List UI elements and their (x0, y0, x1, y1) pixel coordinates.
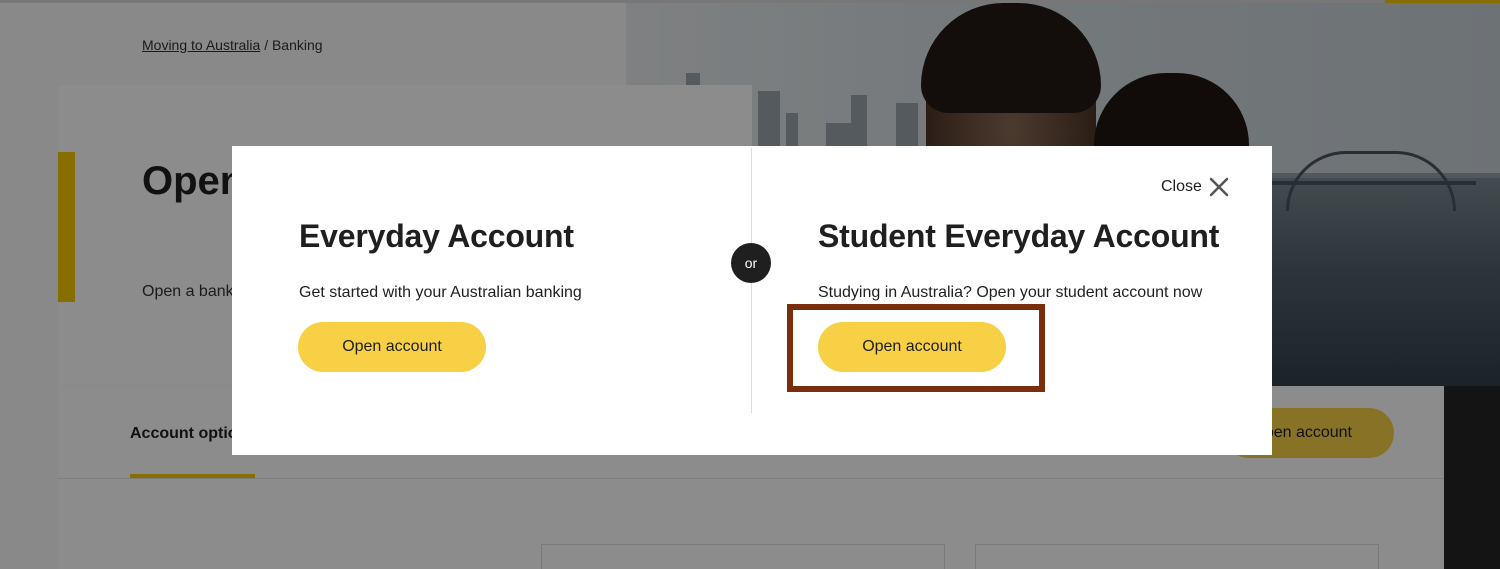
everyday-open-account-button[interactable]: Open account (298, 322, 486, 372)
student-everyday-account-title: Student Everyday Account (818, 218, 1220, 254)
everyday-account-description: Get started with your Australian banking (299, 284, 582, 301)
highlight-box (787, 304, 1045, 392)
close-icon (1209, 177, 1229, 197)
account-choice-modal: or Close Everyday Account Get started wi… (232, 146, 1272, 455)
student-everyday-account-description: Studying in Australia? Open your student… (818, 284, 1203, 301)
everyday-account-title: Everyday Account (299, 218, 574, 254)
or-badge: or (731, 243, 771, 283)
close-button[interactable]: Close (1161, 175, 1230, 199)
close-label: Close (1161, 178, 1202, 195)
